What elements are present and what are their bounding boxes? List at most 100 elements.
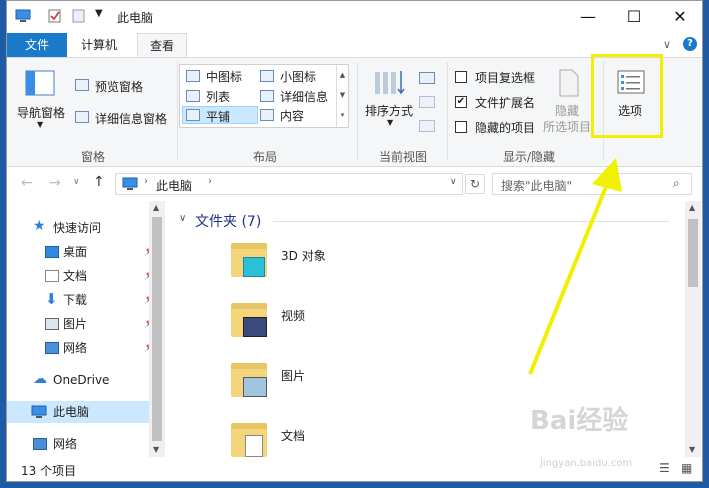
folder-documents-icon[interactable] [231,419,273,457]
maximize-button[interactable]: ☐ [611,1,657,32]
nav-quick-access-label: 快速访问 [53,221,102,235]
small-icons-icon [260,70,274,82]
nav-downloads[interactable]: ⬇ 下载 📌 [17,289,159,311]
scroll-down-icon[interactable]: ▼ [153,445,159,454]
file-extensions-checkbox[interactable]: ✔ [455,96,467,108]
preview-pane-button[interactable]: 预览窗格 [71,76,171,94]
hidden-items-checkbox[interactable] [455,121,467,133]
hide-selected-label-2: 所选项目 [543,120,592,134]
layout-group-label: 布局 [252,150,277,164]
tab-view[interactable]: 查看 [137,33,187,57]
nav-desktop[interactable]: 桌面 📌 [17,241,159,263]
medium-icons-icon [186,70,200,82]
network-icon [33,438,47,450]
tab-computer[interactable]: 计算机 [69,33,129,57]
up-arrow-icon[interactable]: ↑ [93,174,105,190]
new-folder-icon[interactable] [71,9,87,23]
hidden-items-label: 隐藏的项目 [475,121,536,135]
breadcrumb-this-pc[interactable]: 此电脑 [156,177,192,194]
details-pane-icon [75,111,89,123]
nav-network-pinned[interactable]: 网络 📌 [17,337,159,359]
folder-3d-objects-label[interactable]: 3D 对象 [281,247,326,264]
nav-quick-access[interactable]: ★ 快速访问 [7,217,149,239]
tab-file[interactable]: 文件 [7,33,67,57]
details-pane-button[interactable]: 详细信息窗格 [71,108,175,126]
group-header[interactable]: 文件夹 (7) [195,211,261,231]
properties-icon[interactable] [47,9,63,23]
layout-content-label: 内容 [280,109,305,123]
scroll-down-icon[interactable]: ▼ [689,445,695,454]
back-arrow-icon[interactable]: ← [21,175,33,191]
refresh-icon[interactable]: ↻ [465,174,485,194]
breadcrumb-separator-icon[interactable]: › [144,176,148,187]
folder-documents-label[interactable]: 文档 [281,427,305,444]
address-bar[interactable]: › 此电脑 › ∨ [115,173,463,195]
watermark-url: jingyan.baidu.com [540,458,633,469]
group-by-icon[interactable] [419,72,435,84]
nav-scroll-thumb[interactable] [152,217,162,441]
layout-small-icons[interactable]: 小图标 [260,67,336,85]
nav-pictures[interactable]: 图片 📌 [17,313,159,335]
nav-network[interactable]: 网络 [7,433,149,455]
nav-this-pc-label: 此电脑 [53,405,90,419]
large-icons-view-icon[interactable]: ▦ [681,461,692,475]
navigation-pane: ★ 快速访问 桌面 📌 文档 📌 ⬇ 下载 📌 图片 📌 网络 📌 [7,201,165,457]
search-icon[interactable]: ⌕ [673,176,680,191]
folder-pictures-label[interactable]: 图片 [281,367,305,384]
options-highlight-box [591,54,663,138]
preview-pane-label: 预览窗格 [95,80,144,94]
details-view-icon[interactable]: ☰ [659,461,670,475]
content-scroll-thumb[interactable] [688,219,698,287]
minimize-button[interactable]: — [565,1,611,32]
file-extensions-toggle[interactable]: ✔ 文件扩展名 [453,93,543,111]
folder-3d-objects-icon[interactable] [231,239,273,277]
item-checkboxes-toggle[interactable]: 项目复选框 [453,68,543,86]
layout-content[interactable]: 内容 [260,106,336,124]
nav-scrollbar[interactable]: ▲ ▼ [149,201,165,457]
hidden-items-toggle[interactable]: 隐藏的项目 [453,118,543,136]
sort-icon [375,71,405,95]
watermark-logo: Bai经验 [530,406,629,436]
close-button[interactable]: ✕ [657,1,702,32]
collapse-ribbon-icon[interactable]: ∨ [663,38,671,51]
computer-icon [122,177,138,190]
size-columns-icon[interactable] [419,120,435,132]
network-icon [45,342,59,354]
scroll-up-icon[interactable]: ▲ [153,203,159,212]
separator [357,62,358,160]
layout-scrollbar[interactable]: ▲ ▼ ▾ [336,65,348,127]
qat-dropdown-icon[interactable]: ▼ [95,8,103,19]
hide-selected-label-1: 隐藏 [555,104,580,118]
item-checkboxes-label: 项目复选框 [475,71,536,85]
folder-videos-label[interactable]: 视频 [281,307,305,324]
collapse-group-icon[interactable]: ∨ [179,213,186,224]
separator [177,62,178,160]
folder-pictures-icon[interactable] [231,359,273,397]
layout-gallery: 中图标 小图标 列表 详细信息 平铺 内容 ▲ ▼ ▾ [179,64,349,128]
scroll-up-icon[interactable]: ▲ [689,203,695,212]
layout-medium-icons[interactable]: 中图标 [182,67,258,85]
layout-list[interactable]: 列表 [182,87,258,105]
layout-tiles[interactable]: 平铺 [182,106,258,124]
item-count: 13 个项目 [21,464,77,478]
sort-by-button[interactable]: 排序方式 ▼ [361,64,421,134]
layout-list-label: 列表 [206,90,231,104]
separator [447,62,448,160]
breadcrumb-separator-icon[interactable]: › [208,176,212,187]
nav-onedrive[interactable]: ☁ OneDrive [7,369,149,391]
recent-locations-icon[interactable]: ∨ [73,177,80,187]
hide-selected-button[interactable]: 隐藏 所选项目 [541,64,597,138]
forward-arrow-icon[interactable]: → [49,175,61,191]
item-checkboxes-checkbox[interactable] [455,71,467,83]
nav-desktop-label: 桌面 [63,245,88,259]
address-dropdown-icon[interactable]: ∨ [450,177,457,187]
nav-this-pc[interactable]: 此电脑 [7,401,149,423]
nav-pane-button[interactable]: 导航窗格 ▼ [13,64,69,134]
nav-documents[interactable]: 文档 📌 [17,265,159,287]
layout-tiles-label: 平铺 [206,110,231,124]
help-icon[interactable]: ? [683,37,697,51]
content-scrollbar[interactable]: ▲ ▼ [685,201,701,457]
layout-details[interactable]: 详细信息 [260,87,336,105]
folder-videos-icon[interactable] [231,299,273,337]
add-columns-icon[interactable] [419,96,435,108]
